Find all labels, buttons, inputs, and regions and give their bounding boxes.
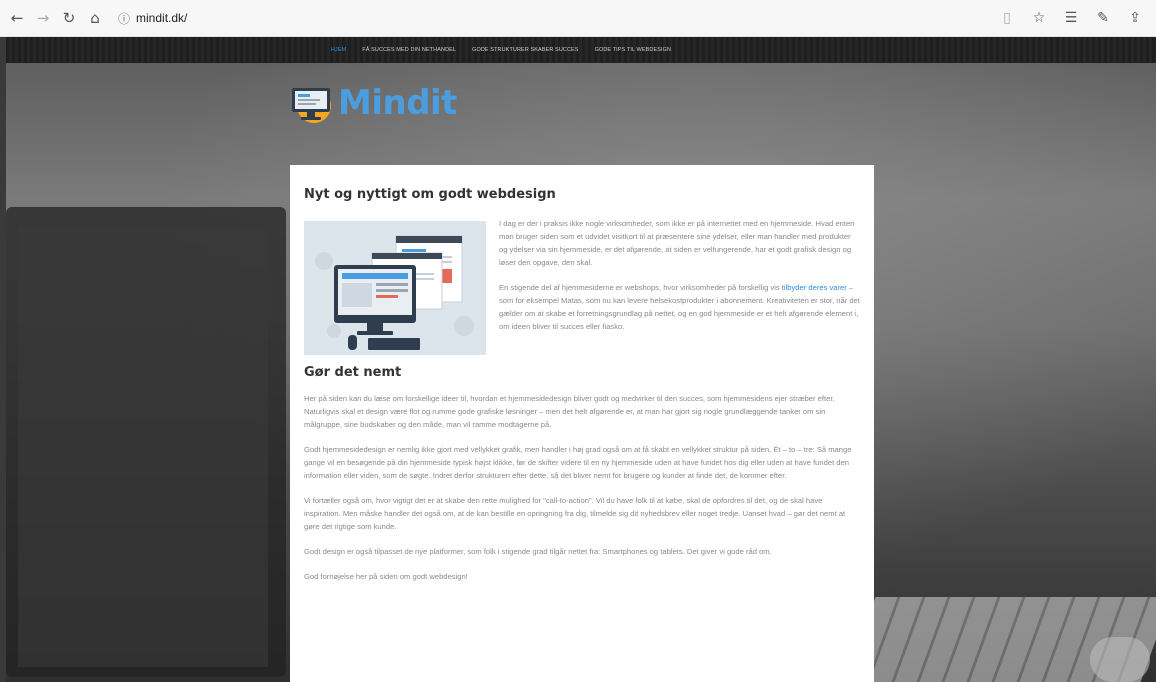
nav-item-home[interactable]: HJEM <box>328 44 349 56</box>
logo-monitor-icon <box>290 82 336 124</box>
site-logo[interactable]: Mindit <box>290 82 457 124</box>
share-icon[interactable]: ⇪ <box>1124 7 1146 29</box>
refresh-icon[interactable]: ↻ <box>58 7 80 29</box>
forward-arrow-icon[interactable]: → <box>32 7 54 29</box>
web-page: HJEM FÅ SUCCES MED DIN NETHANDEL GODE ST… <box>0 37 1156 682</box>
intro-paragraph-2: En stigende del af hjemmesiderne er webs… <box>499 281 860 333</box>
paragraph-4: Godt design er også tilpasset de nye pla… <box>304 547 772 556</box>
article-content: Nyt og nyttigt om godt webdesign I dag e… <box>290 165 874 682</box>
favorites-list-icon[interactable]: ☰ <box>1060 7 1082 29</box>
nav-item-nethandel[interactable]: FÅ SUCCES MED DIN NETHANDEL <box>359 44 459 56</box>
back-arrow-icon[interactable]: ← <box>6 7 28 29</box>
intro-p2-text-start: En stigende del af hjemmesiderne er webs… <box>499 283 782 292</box>
browser-toolbar: ← → ↻ ⌂ ⓘ mindit.dk/ ▯ ☆ ☰ ✎ ⇪ <box>0 0 1156 37</box>
logo-text: Mindit <box>338 83 457 123</box>
background-mouse <box>1090 637 1150 682</box>
home-icon[interactable]: ⌂ <box>84 7 106 29</box>
intro-section: I dag er der i praksis ikke nogle virkso… <box>304 219 860 355</box>
nav-item-strukturer[interactable]: GODE STRUKTURER SKABER SUCCES <box>469 44 582 56</box>
tilbyder-deres-varer-link[interactable]: tilbyder deres varer <box>782 283 847 292</box>
section-title: Gør det nemt <box>304 365 402 380</box>
site-navigation: HJEM FÅ SUCCES MED DIN NETHANDEL GODE ST… <box>6 37 1156 63</box>
browser-nav-buttons: ← → ↻ ⌂ <box>6 7 110 29</box>
background-laptop-screen <box>18 227 268 667</box>
nav-item-webdesign-tips[interactable]: GODE TIPS TIL WEBDESIGN <box>592 44 674 56</box>
browser-tools: ▯ ☆ ☰ ✎ ⇪ <box>996 7 1146 29</box>
address-bar[interactable]: ⓘ mindit.dk/ <box>118 6 996 30</box>
pen-icon[interactable]: ✎ <box>1092 7 1114 29</box>
intro-paragraph-1: I dag er der i praksis ikke nogle virkso… <box>499 219 855 267</box>
site-info-icon[interactable]: ⓘ <box>118 10 130 27</box>
favorite-star-icon[interactable]: ☆ <box>1028 7 1050 29</box>
url-text[interactable]: mindit.dk/ <box>136 11 187 25</box>
intro-text: I dag er der i praksis ikke nogle virkso… <box>499 217 860 355</box>
webdesign-illustration <box>304 221 486 355</box>
article-title: Nyt og nyttigt om godt webdesign <box>304 187 556 202</box>
paragraph-1: Her på siden kan du læse om forskellige … <box>304 394 835 429</box>
reader-view-icon[interactable]: ▯ <box>996 7 1018 29</box>
paragraph-3: Vi fortæller også om, hvor vigtigt det e… <box>304 496 846 531</box>
paragraph-2: Godt hjemmesidedesign er nemlig ikke gjo… <box>304 445 852 480</box>
paragraph-5: God fornøjelse her på siden om godt webd… <box>304 572 468 581</box>
